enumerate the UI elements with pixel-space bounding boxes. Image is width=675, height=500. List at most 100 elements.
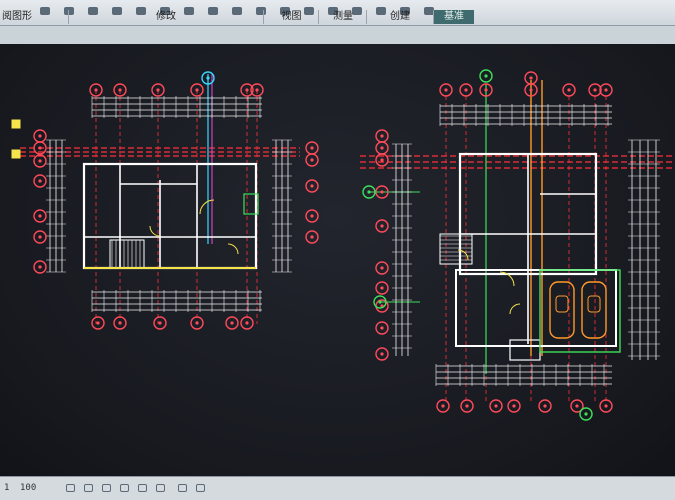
grid-bubble-top-dot xyxy=(593,88,597,92)
grid-bubble-green[interactable] xyxy=(479,69,493,83)
right-grid-bubbles[interactable] xyxy=(362,69,613,421)
grid-bubble-top[interactable] xyxy=(588,83,602,97)
grid-bubble-left[interactable] xyxy=(375,321,389,335)
grid-bubble-green[interactable] xyxy=(579,407,593,421)
show-crop-icon[interactable] xyxy=(156,484,165,492)
grid-bubble-left[interactable] xyxy=(33,129,47,143)
grid-bubble-cyan-dot xyxy=(206,76,210,80)
grid-bubble-bottom-dot xyxy=(230,321,234,325)
panel-label-modify[interactable]: 修改 xyxy=(68,10,263,24)
hide-isolate-icon[interactable] xyxy=(178,484,187,492)
grid-bubble-bottom-dot xyxy=(441,404,445,408)
grid-bubble-left[interactable] xyxy=(375,129,389,143)
left-grid-bubbles[interactable] xyxy=(11,71,319,330)
grid-bubble-bottom[interactable] xyxy=(507,399,521,413)
entry-porch xyxy=(509,339,541,361)
panel-label-select[interactable]: 阅图形 xyxy=(0,10,64,24)
panel-label-datum[interactable]: 基准 xyxy=(433,10,474,24)
panel-label-view[interactable]: 视图 xyxy=(263,10,319,24)
grid-bubble-left-dot xyxy=(38,235,42,239)
sun-path-icon[interactable] xyxy=(102,484,111,492)
reveal-hidden-icon[interactable] xyxy=(196,484,205,492)
grid-bubble-left-dot xyxy=(380,158,384,162)
grid-bubble-bottom[interactable] xyxy=(91,316,105,330)
shadows-icon[interactable] xyxy=(120,484,129,492)
grid-bubble-left[interactable] xyxy=(33,209,47,223)
view-scale-value[interactable]: 100 xyxy=(20,483,36,493)
door-swing xyxy=(227,243,239,255)
properties-bar xyxy=(0,26,675,45)
grid-bubble-top[interactable] xyxy=(190,83,204,97)
grid-bubble-bottom[interactable] xyxy=(153,316,167,330)
grid-bubble-left-dot xyxy=(38,214,42,218)
detail-level-icon[interactable] xyxy=(66,484,75,492)
grid-bubble-left[interactable] xyxy=(375,261,389,275)
grid-bubble-bottom-dot xyxy=(465,404,469,408)
grid-bubble-top[interactable] xyxy=(89,83,103,97)
grid-bubble-bottom[interactable] xyxy=(489,399,503,413)
grid-bubble-bottom-dot xyxy=(118,321,122,325)
grid-bubble-left-dot xyxy=(380,326,384,330)
floor-plan-right[interactable] xyxy=(360,69,675,421)
floor-plans-svg[interactable] xyxy=(0,44,675,476)
grid-bubble-left[interactable] xyxy=(375,281,389,295)
grid-bubble-right[interactable] xyxy=(305,141,319,155)
grid-bubble-bottom[interactable] xyxy=(538,399,552,413)
panel-label-measure[interactable]: 测量 xyxy=(318,10,367,24)
grid-bubble-top-dot xyxy=(118,88,122,92)
grid-bubble-bottom[interactable] xyxy=(190,316,204,330)
grid-bubble-bottom-dot xyxy=(494,404,498,408)
grid-bubble-top-dot xyxy=(464,88,468,92)
stair xyxy=(439,233,473,265)
grid-bubble-left[interactable] xyxy=(33,174,47,188)
grid-bubble-bottom[interactable] xyxy=(436,399,450,413)
grid-bubble-top-dot xyxy=(245,88,249,92)
crop-view-icon[interactable] xyxy=(138,484,147,492)
grid-bubble-right-dot xyxy=(310,235,314,239)
grid-bubble-right[interactable] xyxy=(305,153,319,167)
grid-bubble-bottom[interactable] xyxy=(225,316,239,330)
grid-bubble-bottom[interactable] xyxy=(240,316,254,330)
grid-bubble-top[interactable] xyxy=(151,83,165,97)
floor-plan-left[interactable] xyxy=(11,71,319,330)
grid-bubble-green-dot xyxy=(378,300,382,304)
grid-bubble-left[interactable] xyxy=(33,154,47,168)
grid-bubble-left[interactable] xyxy=(33,260,47,274)
panel-label-create[interactable]: 创建 xyxy=(366,10,433,24)
grid-bubble-green-dot xyxy=(367,190,371,194)
detail-level-value[interactable]: 1 xyxy=(4,483,9,493)
grid-bubble-left[interactable] xyxy=(375,347,389,361)
lock-marker xyxy=(11,119,21,129)
grid-bubble-top[interactable] xyxy=(562,83,576,97)
grid-bubble-bottom-dot xyxy=(512,404,516,408)
grid-bubble-left-dot xyxy=(380,190,384,194)
grid-bubble-left[interactable] xyxy=(375,219,389,233)
grid-bubble-bottom[interactable] xyxy=(599,399,613,413)
grid-bubble-bottom[interactable] xyxy=(460,399,474,413)
grid-bubble-top[interactable] xyxy=(439,83,453,97)
status-bar: 1 100 xyxy=(0,476,675,500)
drawing-canvas[interactable] xyxy=(0,44,675,476)
left-walls xyxy=(82,162,259,270)
grid-bubble-top-dot xyxy=(529,88,533,92)
grid-bubble-left[interactable] xyxy=(375,141,389,155)
grid-bubble-right[interactable] xyxy=(305,209,319,223)
grid-bubble-left-dot xyxy=(380,266,384,270)
grid-bubble-right[interactable] xyxy=(305,179,319,193)
grid-bubble-left[interactable] xyxy=(33,230,47,244)
grid-bubble-right-dot xyxy=(310,184,314,188)
grid-bubble-bottom-dot xyxy=(543,404,547,408)
grid-bubble-bottom-dot xyxy=(158,321,162,325)
grid-bubble-left-dot xyxy=(380,146,384,150)
grid-bubble-top[interactable] xyxy=(599,83,613,97)
garage-outline xyxy=(539,269,621,353)
grid-bubble-left-dot xyxy=(38,159,42,163)
grid-bubble-top-dot xyxy=(255,88,259,92)
visual-style-icon[interactable] xyxy=(84,484,93,492)
grid-bubble-left-dot xyxy=(38,134,42,138)
grid-bubble-top[interactable] xyxy=(113,83,127,97)
grid-bubble-top[interactable] xyxy=(459,83,473,97)
grid-bubble-right[interactable] xyxy=(305,230,319,244)
grid-bubble-bottom[interactable] xyxy=(113,316,127,330)
grid-bubble-top-dot xyxy=(444,88,448,92)
